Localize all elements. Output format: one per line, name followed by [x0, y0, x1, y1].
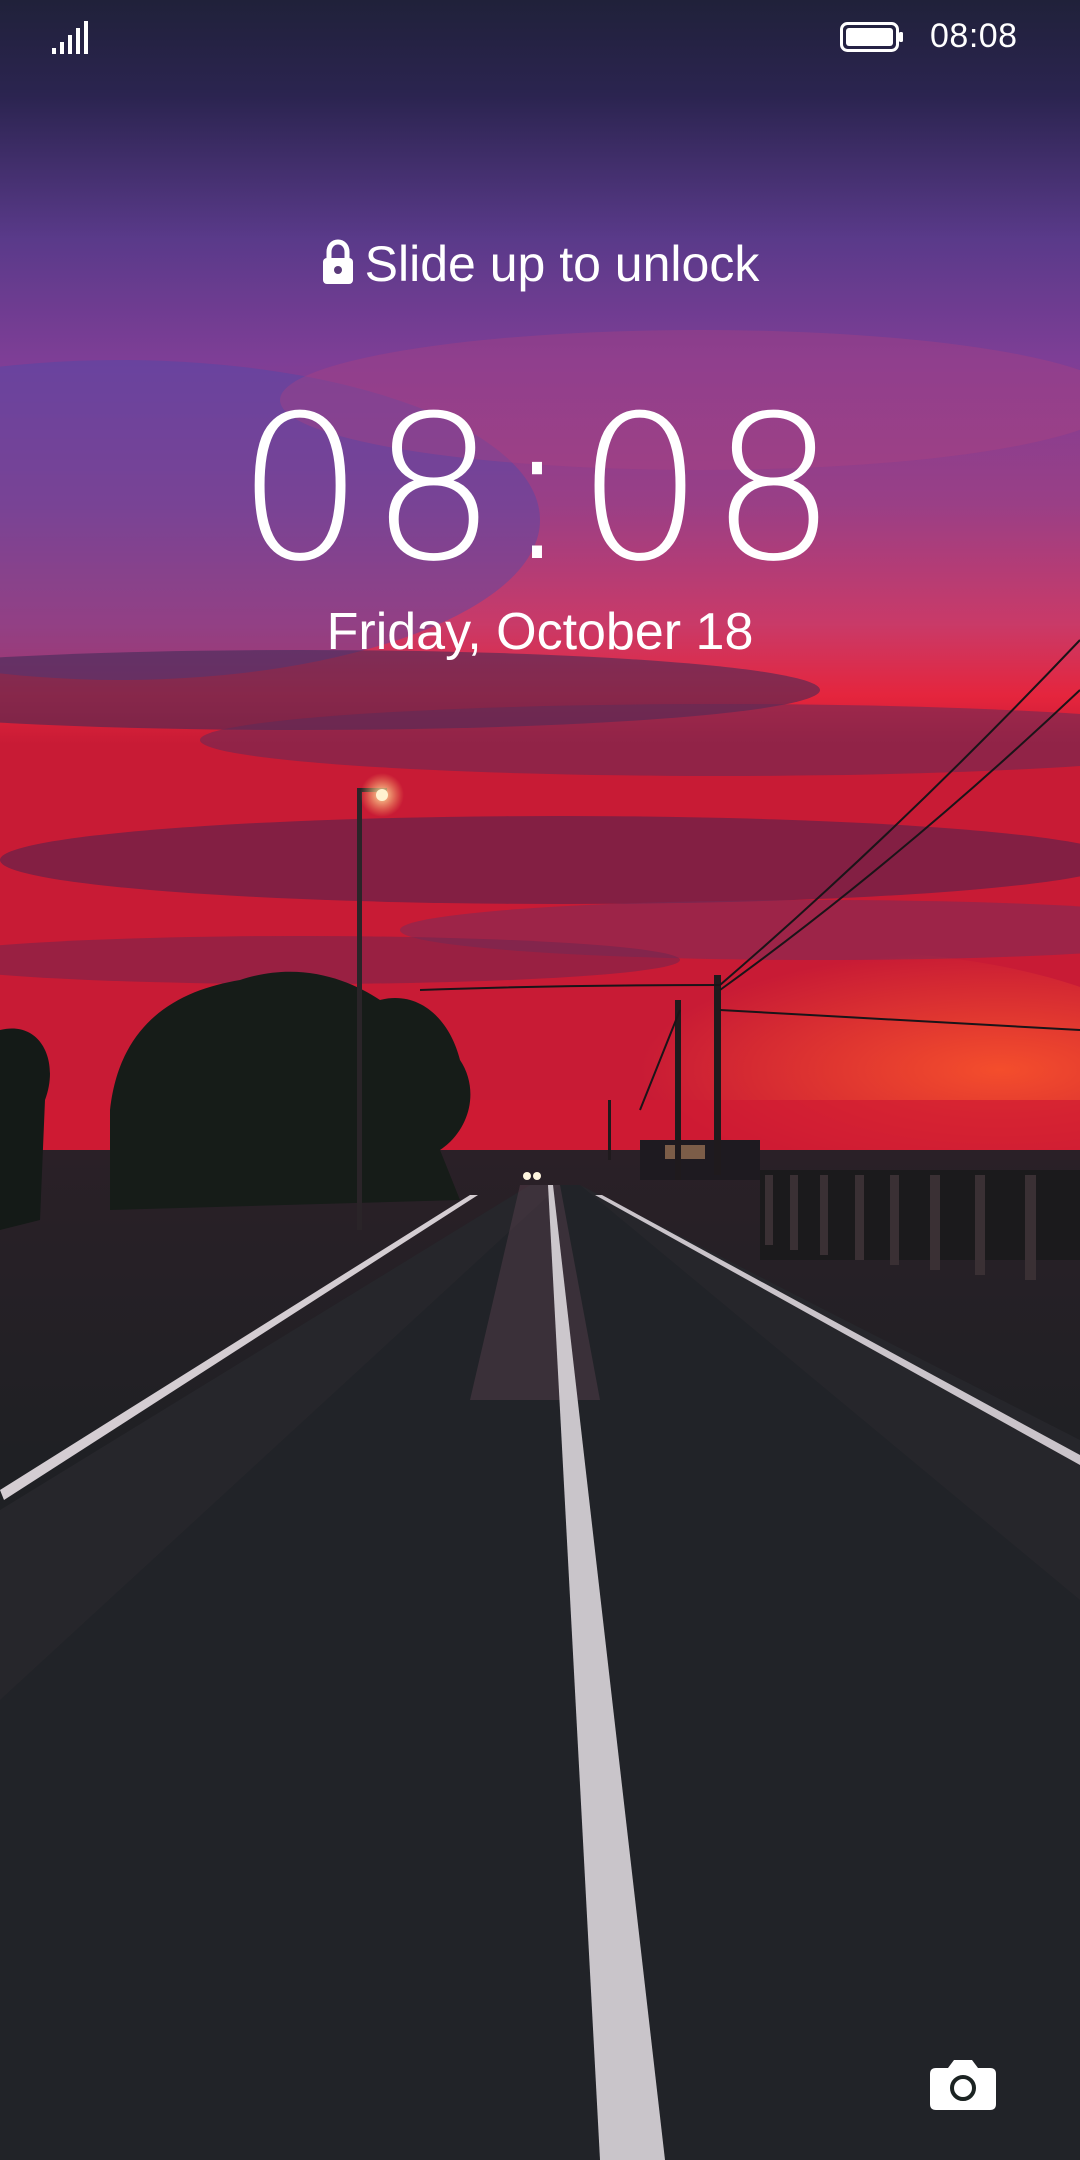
battery-full-icon [840, 22, 903, 52]
camera-icon[interactable] [928, 2056, 998, 2112]
wallpaper-image [0, 0, 1080, 2160]
lock-screen-date: Friday, October 18 [326, 603, 754, 661]
lock-screen[interactable]: 08:08 Slide up to unlock 08:08 Friday, O… [0, 0, 1080, 2160]
unlock-hint-label: Slide up to unlock [364, 236, 760, 292]
cellular-signal-icon [52, 21, 88, 54]
status-bar: 08:08 [0, 0, 1080, 72]
padlock-icon [322, 239, 353, 284]
status-time: 08:08 [930, 17, 1018, 55]
unlock-hint: Slide up to unlock [0, 232, 1080, 296]
lock-screen-clock: 08:08 [236, 373, 844, 606]
